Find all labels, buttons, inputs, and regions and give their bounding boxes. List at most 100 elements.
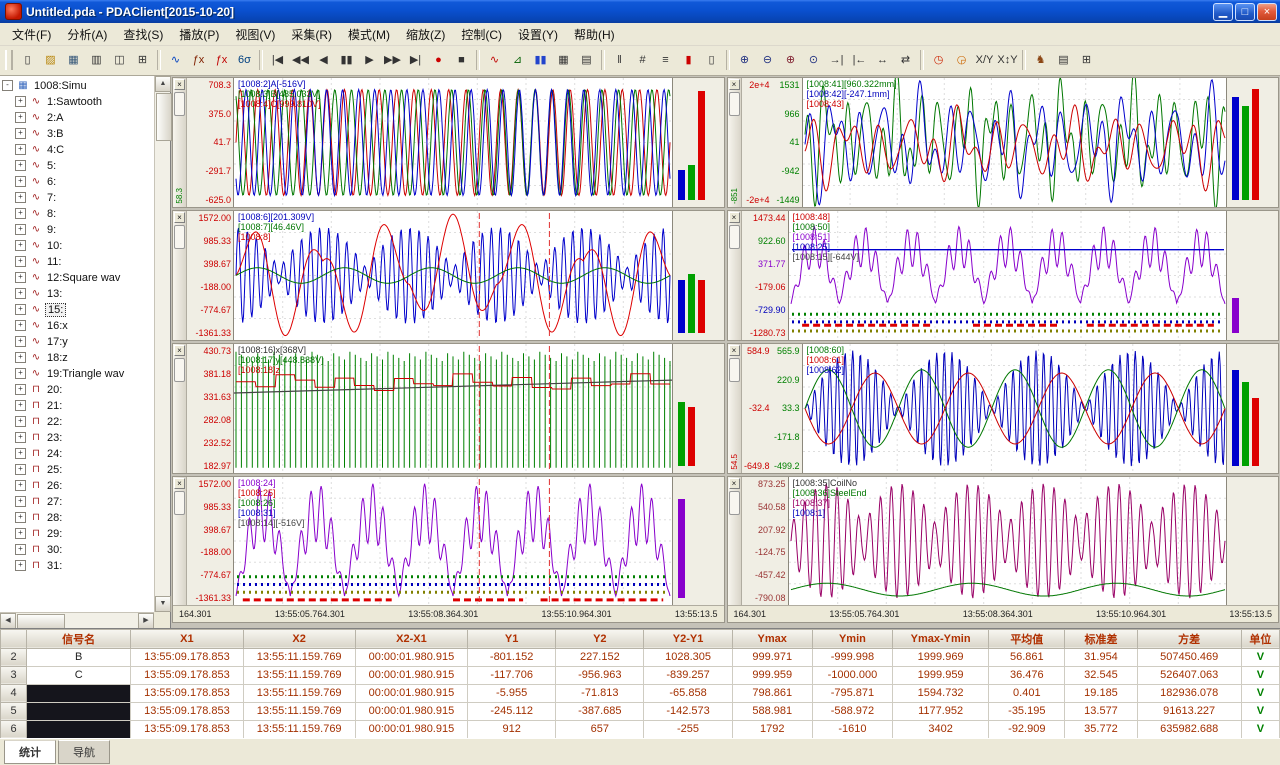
panel-scroll-thumb[interactable]: [729, 225, 740, 249]
bar-view-button[interactable]: ▮▮: [529, 49, 552, 71]
step-back-button[interactable]: ◀: [312, 49, 335, 71]
panel-close-button[interactable]: ×: [174, 79, 185, 90]
tree-item-18[interactable]: +∿19:Triangle wav: [2, 366, 154, 382]
collapse-icon[interactable]: -: [2, 80, 13, 91]
pan-right-button[interactable]: →|: [825, 49, 848, 71]
record-button[interactable]: ●: [427, 49, 450, 71]
expand-icon[interactable]: +: [15, 128, 26, 139]
list-panels-button[interactable]: ▤: [1052, 49, 1075, 71]
bottom-tab-1[interactable]: 统计: [4, 740, 56, 764]
expand-icon[interactable]: +: [15, 224, 26, 235]
tree-item-30[interactable]: +⊓31:: [2, 558, 154, 574]
open-file-button[interactable]: ▨: [39, 49, 62, 71]
expand-icon[interactable]: +: [15, 512, 26, 523]
rgb-meter-button[interactable]: ▮: [677, 49, 700, 71]
axis-xy-button[interactable]: X/Y: [973, 49, 996, 71]
expand-icon[interactable]: +: [15, 144, 26, 155]
tree-item-19[interactable]: +⊓20:: [2, 382, 154, 398]
expand-icon[interactable]: +: [15, 112, 26, 123]
panel-scroll-strip[interactable]: ×: [173, 344, 187, 473]
tree-item-13[interactable]: +∿13:: [2, 286, 154, 302]
expand-icon[interactable]: +: [15, 432, 26, 443]
tree-item-27[interactable]: +⊓28:: [2, 510, 154, 526]
panel-close-button[interactable]: ×: [174, 478, 185, 489]
tree-item-22[interactable]: +⊓23:: [2, 430, 154, 446]
table-row[interactable]: 413:55:09.178.85313:55:11.159.76900:00:0…: [1, 684, 1280, 702]
expand-icon[interactable]: +: [15, 544, 26, 555]
expand-icon[interactable]: +: [15, 448, 26, 459]
menu-item-10[interactable]: 帮助(H): [566, 24, 623, 45]
tree-item-20[interactable]: +⊓21:: [2, 398, 154, 414]
tree-item-2[interactable]: +∿2:A: [2, 110, 154, 126]
tree-item-12[interactable]: +∿12:Square wav: [2, 270, 154, 286]
menu-item-0[interactable]: 文件(F): [4, 24, 59, 45]
panel-close-button[interactable]: ×: [174, 212, 185, 223]
play-button[interactable]: ▶: [358, 49, 381, 71]
zoom-in-x-button[interactable]: ⊕: [733, 49, 756, 71]
time-clock-button[interactable]: ◷: [927, 49, 950, 71]
panel-scroll-strip[interactable]: ×: [173, 211, 187, 340]
close-button[interactable]: ×: [1257, 3, 1277, 21]
panel-scroll-thumb[interactable]: [174, 491, 185, 515]
panel-scroll-thumb[interactable]: [174, 358, 185, 382]
expand-icon[interactable]: +: [15, 464, 26, 475]
expand-icon[interactable]: +: [15, 480, 26, 491]
tree-item-23[interactable]: +⊓24:: [2, 446, 154, 462]
plot-area[interactable]: [1008:2]A[-516V][1008:3]B[485.033V][1008…: [234, 78, 672, 207]
expand-icon[interactable]: +: [15, 256, 26, 267]
table-row[interactable]: 613:55:09.178.85313:55:11.159.76900:00:0…: [1, 720, 1280, 738]
expand-icon[interactable]: +: [15, 384, 26, 395]
expand-icon[interactable]: +: [15, 496, 26, 507]
expand-x-button[interactable]: ↔: [871, 49, 894, 71]
expand-icon[interactable]: +: [15, 288, 26, 299]
tree-item-3[interactable]: +∿3:B: [2, 126, 154, 142]
pan-left-button[interactable]: |←: [848, 49, 871, 71]
pause-button[interactable]: ▮▮: [335, 49, 358, 71]
export-data-button[interactable]: ⊞: [131, 49, 154, 71]
trend-view-button[interactable]: ⊿: [506, 49, 529, 71]
print-button[interactable]: ▥: [85, 49, 108, 71]
scroll-down-icon[interactable]: ▼: [155, 596, 171, 612]
six-sigma-button[interactable]: 6σ: [233, 49, 256, 71]
cursor-pair-button[interactable]: ‖: [608, 49, 631, 71]
history-clock-button[interactable]: ◶: [950, 49, 973, 71]
panel-close-button[interactable]: ×: [729, 345, 740, 356]
zoom-in-y-button[interactable]: ⊕: [779, 49, 802, 71]
tree-item-10[interactable]: +∿10:: [2, 238, 154, 254]
expand-icon[interactable]: +: [15, 176, 26, 187]
expand-icon[interactable]: +: [15, 240, 26, 251]
expand-icon[interactable]: +: [15, 304, 26, 315]
expand-icon[interactable]: +: [15, 400, 26, 411]
goto-start-button[interactable]: |◀: [266, 49, 289, 71]
tree-vertical-scrollbar[interactable]: ▲ ▼: [154, 76, 170, 612]
tree-item-9[interactable]: +∿9:: [2, 222, 154, 238]
panel-scroll-strip[interactable]: ×: [728, 477, 742, 605]
axis-xy-swap-button[interactable]: X↕Y: [996, 49, 1019, 71]
menu-item-8[interactable]: 控制(C): [453, 24, 510, 45]
menu-item-3[interactable]: 播放(P): [171, 24, 227, 45]
tree-item-25[interactable]: +⊓26:: [2, 478, 154, 494]
page-layout-button[interactable]: ▯: [700, 49, 723, 71]
goto-end-button[interactable]: ▶|: [404, 49, 427, 71]
panel-scroll-thumb[interactable]: [174, 225, 185, 249]
table-row[interactable]: 2B13:55:09.178.85313:55:11.159.76900:00:…: [1, 648, 1280, 666]
tree-horizontal-scrollbar[interactable]: ◀ ▶: [0, 612, 154, 628]
tree-item-28[interactable]: +⊓29:: [2, 526, 154, 542]
plot-area[interactable]: [1008:60][1008:61][1008:62]: [803, 344, 1227, 473]
panel-scroll-thumb[interactable]: [729, 358, 740, 382]
scroll-up-icon[interactable]: ▲: [155, 76, 171, 92]
new-file-button[interactable]: ▯: [16, 49, 39, 71]
menu-item-2[interactable]: 查找(S): [115, 24, 171, 45]
zoom-fit-button[interactable]: ⊙: [802, 49, 825, 71]
plot-area[interactable]: [1008:48][1008:50][1008:51][1008:25][100…: [789, 211, 1227, 340]
scrollbar-thumb[interactable]: [156, 93, 172, 141]
menu-item-7[interactable]: 缩放(Z): [398, 24, 453, 45]
panel-scroll-thumb[interactable]: [729, 92, 740, 116]
menu-item-4[interactable]: 视图(V): [227, 24, 283, 45]
tree-item-29[interactable]: +⊓30:: [2, 542, 154, 558]
expand-icon[interactable]: +: [15, 160, 26, 171]
scroll-right-icon[interactable]: ▶: [138, 613, 154, 628]
panel-scroll-strip[interactable]: ×-851: [728, 78, 742, 207]
expand-icon[interactable]: +: [15, 416, 26, 427]
table-row[interactable]: 3C13:55:09.178.85313:55:11.159.76900:00:…: [1, 666, 1280, 684]
